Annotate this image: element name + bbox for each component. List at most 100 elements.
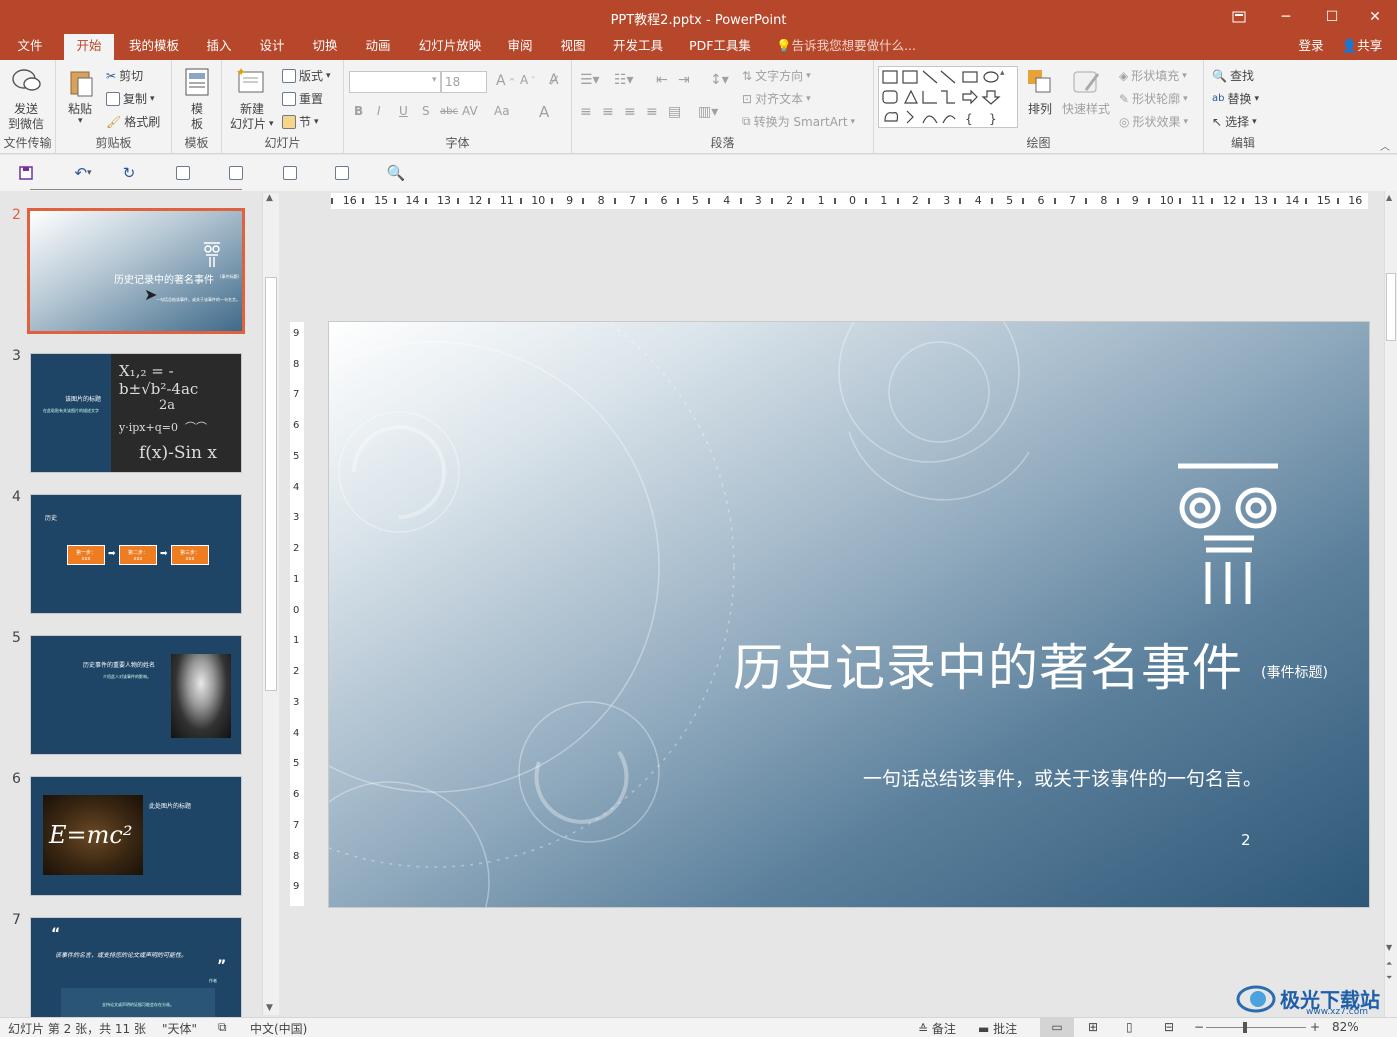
slide-scrollbar[interactable]: ▲ ▼ ⏶ ⏷ (1384, 191, 1397, 1017)
new-slide-icon[interactable]: ✦ (236, 66, 266, 96)
notes-button[interactable]: ≙ 备注 (918, 1020, 956, 1037)
reading-view-icon[interactable]: ▯ (1126, 1020, 1133, 1034)
tab-review[interactable]: 审阅 (498, 34, 542, 60)
tab-developer[interactable]: 开发工具 (606, 34, 670, 60)
tab-transitions[interactable]: 切换 (303, 34, 347, 60)
save-icon[interactable] (15, 163, 37, 183)
arrange-button[interactable]: 排列 (1028, 100, 1052, 117)
quick-styles-icon[interactable] (1072, 68, 1102, 96)
scrollbar-thumb[interactable] (265, 277, 277, 691)
scrollbar-thumb[interactable] (1386, 273, 1396, 341)
collapse-ribbon-icon[interactable]: ︿ (1380, 138, 1390, 153)
share-button[interactable]: 👤共享 (1336, 34, 1388, 60)
slide-canvas[interactable]: 历史记录中的著名事件 (事件标题) 一句话总结该事件，或关于该事件的一句名言。 … (328, 321, 1370, 908)
font-size-box[interactable]: 18 (441, 71, 487, 93)
section-button[interactable]: 节 ▾ (282, 113, 319, 130)
tab-design[interactable]: 设计 (250, 34, 294, 60)
increase-indent-icon[interactable]: ⇥ (678, 72, 690, 88)
close-button[interactable]: ✕ (1352, 0, 1397, 34)
zoom-level[interactable]: 82% (1332, 1020, 1359, 1034)
slide-thumbnail-6[interactable]: E=mc² 此处图片的标题 (30, 776, 242, 896)
slide-thumbnail-3[interactable]: X₁,₂ = -b±√b²-4ac 2a y·ipx+q=0 ⌒⌒ f(x)-S… (30, 353, 242, 473)
tab-file[interactable]: 文件 (8, 34, 52, 60)
zoom-slider[interactable] (1206, 1027, 1306, 1028)
numbering-icon[interactable]: ☷▾ (614, 72, 634, 88)
columns-icon[interactable]: ▥▾ (698, 104, 718, 120)
format-painter-button[interactable]: 🖌 格式刷 (106, 113, 160, 130)
redo-icon[interactable]: ↻ (118, 163, 140, 183)
text-direction-button[interactable]: ⇅ 文字方向 ▾ (742, 67, 811, 84)
login-link[interactable]: 登录 (1292, 34, 1330, 60)
align-text-button[interactable]: ⊡ 对齐文本 ▾ (742, 90, 811, 107)
comments-button[interactable]: ▬ 批注 (978, 1020, 1017, 1037)
align-right-icon[interactable]: ≡ (624, 104, 636, 120)
tab-pdf-tools[interactable]: PDF工具集 (684, 34, 756, 60)
distributed-icon[interactable]: ▤ (668, 104, 681, 120)
arrange-icon[interactable] (1026, 68, 1054, 96)
tab-insert[interactable]: 插入 (197, 34, 241, 60)
find-button[interactable]: 🔍 查找 (1212, 67, 1254, 84)
select-button[interactable]: ↖ 选择 ▾ (1212, 113, 1257, 130)
slide-sorter-icon[interactable]: ⊞ (1088, 1020, 1098, 1034)
slide-title[interactable]: 历史记录中的著名事件 (733, 628, 1243, 700)
smartart-button[interactable]: ⧉ 转换为 SmartArt ▾ (742, 113, 855, 130)
presenter-icon[interactable] (279, 163, 301, 183)
slide-title-note[interactable]: (事件标题) (1261, 662, 1328, 682)
tell-me-box[interactable]: 💡告诉我您想要做什么... (776, 34, 926, 60)
italic-button[interactable]: I (377, 104, 381, 118)
font-name-box[interactable] (349, 71, 441, 93)
maximize-button[interactable]: ☐ (1309, 0, 1355, 34)
ribbon-display-icon[interactable] (1216, 0, 1262, 34)
align-center-icon[interactable]: ≡ (602, 104, 614, 120)
scroll-down-icon[interactable]: ▼ (1386, 943, 1392, 952)
strikethrough-button[interactable]: abc (440, 106, 458, 117)
underline-button[interactable]: U (399, 104, 408, 118)
zoom-out-icon[interactable]: − (1194, 1020, 1204, 1034)
paste-icon[interactable] (68, 68, 94, 98)
paste-button[interactable]: 粘贴 (68, 100, 92, 117)
line-spacing-icon[interactable]: ↕▾ (710, 72, 729, 88)
font-color-button[interactable]: A (539, 103, 549, 121)
new-slide-label-2[interactable]: 幻灯片 ▾ (230, 115, 274, 132)
template-icon[interactable] (185, 68, 209, 96)
slide-thumbnail-7[interactable]: “ 该事件的名言，或支持您的论文或声明的可能性。 ” 作者 支持论文或声明的证据… (30, 917, 242, 1017)
align-left-icon[interactable]: ≡ (580, 104, 592, 120)
bullets-icon[interactable]: ☰▾ (580, 72, 600, 88)
font-name-dropdown-icon[interactable]: ▾ (432, 75, 437, 85)
slide-thumbnail-5[interactable]: 历史事件的重要人物的姓名 介绍此人对该事件的影响。 (30, 635, 242, 755)
replace-button[interactable]: ab 替换 ▾ (1212, 90, 1259, 107)
slide-thumbnail-4[interactable]: 历史 第一步： xxx ➡ 第二步： xxx ➡ 第三步： xxx (30, 494, 242, 614)
gallery-scroll-icon[interactable]: ▴ (1000, 68, 1005, 78)
decrease-indent-icon[interactable]: ⇤ (656, 72, 668, 88)
zoom-in-icon[interactable]: + (1310, 1020, 1320, 1034)
wechat-icon[interactable] (12, 68, 42, 94)
thumbnail-scrollbar[interactable]: ▲ ▼ (262, 193, 279, 1015)
change-case-button[interactable]: Aa (494, 104, 510, 118)
spell-check-icon[interactable]: ⧉ (218, 1020, 227, 1035)
justify-icon[interactable]: ≡ (646, 104, 658, 120)
layout-view-icon[interactable] (225, 163, 247, 183)
shrink-font-icon[interactable]: Aˇ (520, 73, 535, 87)
previous-slide-icon[interactable]: ⏶ (1386, 959, 1392, 969)
shapes-gallery[interactable]: {} (878, 66, 1018, 128)
reset-button[interactable]: 重置 (282, 90, 323, 107)
shape-outline-button[interactable]: ✎ 形状轮廓 ▾ (1119, 90, 1188, 107)
cut-button[interactable]: ✂ 剪切 (106, 67, 143, 84)
tab-slideshow[interactable]: 幻灯片放映 (412, 34, 488, 60)
copy-button[interactable]: 复制 ▾ (106, 90, 155, 107)
grow-font-icon[interactable]: A ^ (496, 73, 515, 89)
normal-view-icon[interactable]: ▭ (1040, 1018, 1074, 1037)
slideshow-view-icon[interactable]: ⊟ (1164, 1020, 1174, 1034)
layout-button[interactable]: 版式 ▾ (282, 67, 331, 84)
slide-thumbnail-2[interactable]: 历史记录中的著名事件 (事件标题) 一句话总结该事件，或关于该事件的一句名言。 … (27, 208, 245, 334)
paste-dropdown-icon[interactable]: ▾ (78, 116, 83, 126)
slide-icon[interactable] (172, 163, 194, 183)
minimize-button[interactable]: ─ (1263, 0, 1309, 34)
print-preview-icon[interactable]: 🔍 (385, 163, 407, 183)
undo-icon[interactable]: ↶ ▾ (65, 163, 101, 183)
shape-fill-button[interactable]: ◈ 形状填充 ▾ (1119, 67, 1187, 84)
tab-animations[interactable]: 动画 (356, 34, 400, 60)
shape-effects-button[interactable]: ◎ 形状效果 ▾ (1119, 113, 1188, 130)
slide-subtitle[interactable]: 一句话总结该事件，或关于该事件的一句名言。 (863, 764, 1262, 791)
zoom-slider-handle[interactable] (1243, 1022, 1247, 1033)
